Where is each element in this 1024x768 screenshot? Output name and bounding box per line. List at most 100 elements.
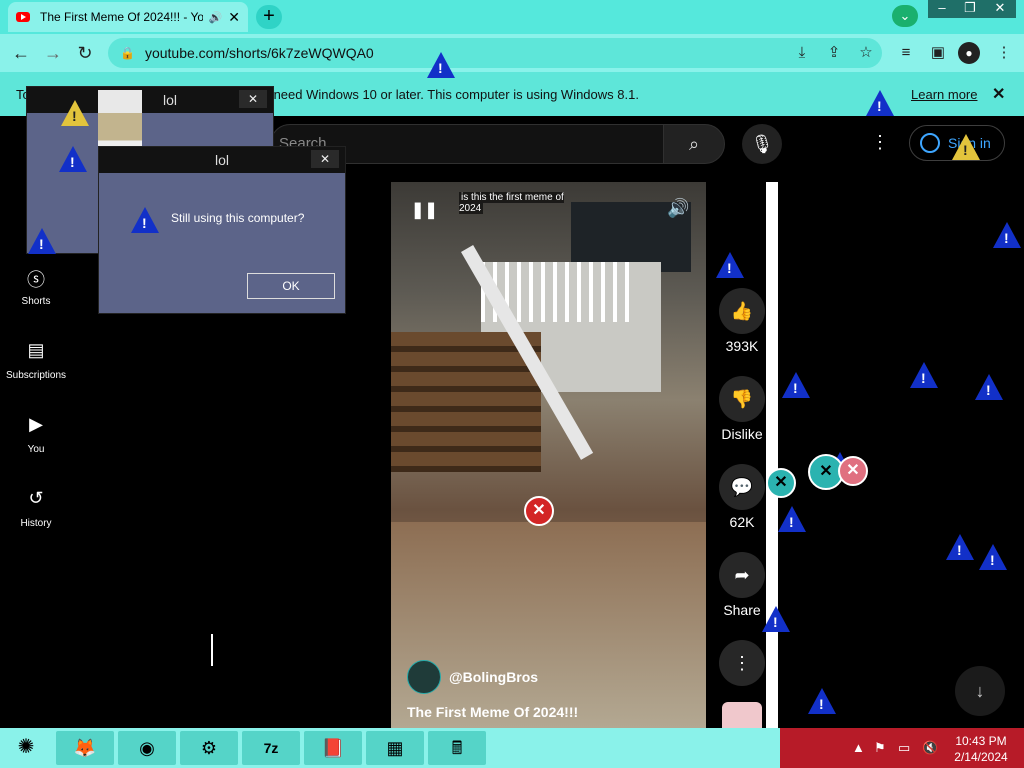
subscriptions-icon: ▤ [27,340,45,360]
settings-gear-icon[interactable]: ⚙ [180,731,238,765]
warning-icon [131,207,159,233]
shorts-video-player[interactable]: ❚❚ 🔊 is this the first meme of 2024 @Bol… [391,182,706,728]
sidebar-item-label: Subscriptions [5,370,67,381]
restore-button[interactable]: ❐ [956,0,984,18]
media-controls-icon[interactable]: ≡ [894,42,918,64]
volume-muted-icon[interactable]: 🔇 [922,740,938,756]
dialog-close-icon[interactable]: ✕ [311,150,339,168]
sidebar-item-label: History [20,518,52,529]
like-count: 393K [725,338,759,354]
sidebar-item-label: Shorts [21,296,51,307]
calculator-icon[interactable]: 🖩 [428,731,486,765]
task-manager-icon[interactable]: ▦ [366,731,424,765]
forward-icon[interactable]: → [40,40,66,66]
profile-avatar-icon[interactable]: ● [958,42,980,64]
speaker-icon[interactable]: 🔊 [209,11,223,24]
warning-icon [866,90,894,116]
address-bar[interactable]: 🔒 youtube.com/shorts/6k7zeWQWQA0 [108,38,882,68]
pause-icon[interactable]: ❚❚ [411,200,438,220]
network-icon[interactable]: ▭ [898,740,910,756]
channel-name[interactable]: @BolingBros [449,669,538,685]
warning-icon [778,506,806,532]
tab-search-icon[interactable]: ⌄ [892,5,918,27]
thumbs-down-icon: 👎 [719,376,765,422]
youtube-icon [16,12,30,22]
7zip-icon[interactable]: 7z [242,731,300,765]
chrome-icon[interactable]: ◉ [118,731,176,765]
more-actions-button[interactable]: ⋮ [718,640,766,690]
warning-icon [979,544,1007,570]
warning-icon [762,606,790,632]
video-title: The First Meme Of 2024!!! [407,704,579,720]
infobar-close-icon[interactable]: ✕ [992,84,1005,104]
microphone-icon[interactable]: 🎙 [742,124,782,164]
warning-icon [993,222,1021,248]
error-icon: ✕ [766,468,796,498]
browser-menu-icon[interactable]: ⋮ [992,42,1016,64]
more-vert-icon: ⋮ [719,640,765,686]
text-cursor [211,634,213,666]
shorts-icon: ⓢ [27,270,45,290]
video-frame-ground [391,522,706,728]
channel-row[interactable]: @BolingBros [407,660,538,694]
dialog-close-icon[interactable]: ✕ [239,90,267,108]
sidebar-item-history[interactable]: ↺ History [0,488,72,529]
dislike-label: Dislike [721,426,763,442]
sound-thumbnail[interactable] [722,702,762,728]
sidebar-item-subscriptions[interactable]: ▤ Subscriptions [0,340,72,381]
next-video-arrow-icon[interactable]: ↓ [955,666,1005,716]
book-app-icon[interactable]: 📕 [304,731,362,765]
warning-icon [61,100,89,126]
url-text: youtube.com/shorts/6k7zeWQWQA0 [144,45,374,61]
new-tab-button[interactable]: + [256,5,282,29]
reload-icon[interactable]: ↻ [72,40,98,66]
show-hidden-icons-icon[interactable]: ▲ [852,740,865,755]
side-panel-icon[interactable]: ▣ [926,42,950,64]
warning-icon [427,52,455,78]
ok-button[interactable]: OK [247,273,335,299]
settings-menu-icon[interactable]: ⋮ [870,132,890,156]
share-icon[interactable]: ⇪ [822,42,846,64]
sidebar-item-shorts[interactable]: ⓢ Shorts [0,266,72,307]
learn-more-link[interactable]: Learn more [911,87,977,102]
minimize-button[interactable]: – [928,0,956,18]
dislike-button[interactable]: 👎 Dislike [718,376,766,442]
share-arrow-icon: ➦ [719,552,765,598]
warning-icon [975,374,1003,400]
volume-icon[interactable]: 🔊 [667,198,689,219]
warning-icon [59,146,87,172]
dialog-titlebar[interactable]: lol ✕ [99,147,345,173]
comment-icon: 💬 [719,464,765,510]
warning-icon [910,362,938,388]
sidebar-item-you[interactable]: ▶ You [0,414,72,455]
bookmark-star-icon[interactable]: ☆ [854,42,878,64]
warning-icon [952,134,980,160]
comments-button[interactable]: 💬 62K [718,464,766,530]
firefox-icon[interactable]: 🦊 [56,731,114,765]
warning-icon [28,228,56,254]
install-icon[interactable]: ⤓ [790,42,814,64]
channel-avatar[interactable] [407,660,441,694]
flag-icon[interactable]: ⚑ [874,740,886,756]
clock-date: 2/14/2024 [954,750,1008,764]
browser-tab[interactable]: The First Meme Of 2024!!! - YouTube 🔊 ✕ [8,2,248,32]
next-video-edge [766,182,778,728]
comment-count: 62K [729,514,755,530]
sidebar-item-label: You [27,444,45,455]
clock[interactable]: 10:43 PM 2/14/2024 [944,733,1018,765]
lol-dialog-front: lol ✕ Still using this computer? OK [98,146,346,314]
error-icon: ✕ [838,456,868,486]
share-button[interactable]: ➦ Share [718,552,766,618]
back-icon[interactable]: ← [8,40,34,66]
history-icon: ↺ [28,488,44,508]
start-button-icon[interactable]: ✺ [6,734,46,764]
warning-icon [782,372,810,398]
user-icon [920,133,940,153]
close-tab-icon[interactable]: ✕ [228,9,240,26]
search-icon[interactable]: ⌕ [663,124,725,164]
thumbs-up-icon: 👍 [719,288,765,334]
like-button[interactable]: 👍 393K [718,288,766,354]
close-window-button[interactable]: ✕ [984,0,1016,18]
share-label: Share [723,602,761,618]
clock-time: 10:43 PM [955,734,1007,748]
